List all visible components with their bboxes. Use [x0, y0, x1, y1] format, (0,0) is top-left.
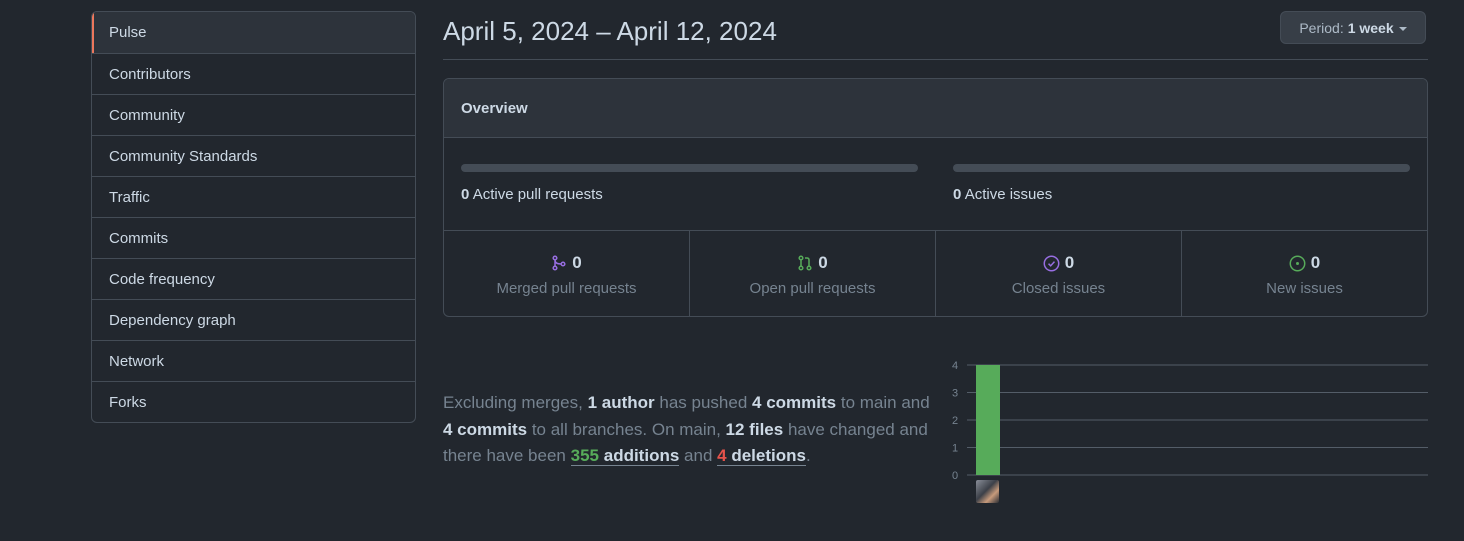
period-dropdown-button[interactable]: Period: 1 week — [1280, 11, 1426, 44]
summary-text: . — [805, 446, 811, 465]
overview-stats: 0 Merged pull requests 0 Open pull reque… — [444, 231, 1427, 316]
commit-bar[interactable] — [976, 365, 1000, 475]
sidebar-item-label: Contributors — [109, 65, 191, 83]
period-prefix: Period: — [1299, 19, 1344, 36]
sidebar-item-label: Dependency graph — [109, 311, 236, 329]
active-prs-count: 0 — [461, 186, 470, 203]
sidebar-item-contributors[interactable]: Contributors — [92, 53, 415, 94]
open-prs-label: Open pull requests — [749, 280, 876, 297]
new-issues-label: New issues — [1266, 280, 1343, 297]
sidebar-item-label: Community Standards — [109, 147, 258, 165]
caret-down-icon — [1398, 26, 1407, 31]
additions-word: additions — [603, 446, 680, 465]
sidebar-nav: Pulse Contributors Community Community S… — [91, 11, 416, 423]
commits-by-author-chart: 0 1 2 3 4 — [952, 360, 1428, 482]
git-merge-icon — [552, 255, 566, 271]
sidebar-item-community[interactable]: Community — [92, 94, 415, 135]
deletions-link[interactable]: 4 deletions — [717, 446, 806, 466]
merged-prs-label: Merged pull requests — [496, 280, 637, 297]
overview-header: Overview — [444, 79, 1427, 138]
sidebar-item-code-frequency[interactable]: Code frequency — [92, 258, 415, 299]
sidebar-item-pulse[interactable]: Pulse — [92, 12, 415, 53]
merged-prs-count: 0 — [572, 253, 582, 272]
sidebar-item-label: Code frequency — [109, 270, 215, 288]
y-tick-label: 0 — [952, 470, 958, 482]
summary-text: to all branches. On main, — [531, 419, 721, 439]
sidebar-item-community-standards[interactable]: Community Standards — [92, 135, 415, 176]
y-tick-label: 2 — [952, 415, 958, 427]
summary-text: and — [684, 446, 713, 465]
commits-main-count: 4 commits — [752, 393, 837, 412]
active-prs-summary[interactable]: 0 Active pull requests — [461, 186, 603, 203]
active-prs-label: Active pull requests — [472, 186, 603, 203]
sidebar-item-label: Community — [109, 106, 185, 124]
commit-summary: Excluding merges, 1 author has pushed 4 … — [443, 390, 943, 470]
sidebar-item-network[interactable]: Network — [92, 340, 415, 381]
commits-all-count: 4 commits — [443, 419, 528, 439]
deletions-word: deletions — [731, 446, 806, 465]
sidebar-item-traffic[interactable]: Traffic — [92, 176, 415, 217]
y-tick-label: 1 — [952, 443, 958, 455]
additions-link[interactable]: 355 additions — [570, 446, 680, 466]
summary-text: to main and — [840, 393, 930, 412]
header-divider — [443, 59, 1428, 60]
sidebar-item-label: Forks — [109, 393, 147, 411]
y-tick-label: 3 — [952, 388, 958, 400]
git-pull-request-icon — [798, 255, 812, 271]
closed-issues-count: 0 — [1064, 253, 1075, 272]
open-prs-count: 0 — [818, 253, 828, 272]
active-issues-label: Active issues — [964, 186, 1053, 203]
issue-closed-icon — [1043, 255, 1060, 271]
summary-text: Excluding merges, — [443, 393, 583, 412]
issue-opened-icon — [1289, 255, 1306, 271]
closed-issues-label: Closed issues — [1011, 280, 1106, 297]
summary-text: has pushed — [659, 393, 748, 412]
sidebar-item-label: Traffic — [109, 188, 150, 206]
sidebar-item-label: Pulse — [109, 24, 147, 41]
sidebar-item-commits[interactable]: Commits — [92, 217, 415, 258]
active-issues-progress-bar — [953, 164, 1410, 172]
new-issues-stat[interactable]: 0 New issues — [1181, 231, 1427, 316]
author-avatar[interactable] — [976, 480, 999, 503]
active-issues-summary[interactable]: 0 Active issues — [953, 186, 1052, 203]
y-tick-label: 4 — [952, 360, 958, 372]
overview-progress-section — [444, 138, 1427, 231]
files-changed-count: 12 files — [725, 419, 784, 439]
overview-title: Overview — [461, 99, 528, 117]
open-prs-stat[interactable]: 0 Open pull requests — [689, 231, 935, 316]
sidebar-item-forks[interactable]: Forks — [92, 381, 415, 422]
page-title: April 5, 2024 – April 12, 2024 — [443, 16, 777, 46]
overview-panel: Overview 0 Active pull requests 0 Active… — [443, 78, 1428, 317]
sidebar-item-label: Network — [109, 352, 165, 370]
merged-prs-stat[interactable]: 0 Merged pull requests — [444, 231, 689, 316]
sidebar-item-dependency-graph[interactable]: Dependency graph — [92, 299, 415, 340]
closed-issues-stat[interactable]: 0 Closed issues — [935, 231, 1181, 316]
new-issues-count: 0 — [1310, 253, 1321, 272]
additions-count: 355 — [570, 446, 599, 465]
period-value: 1 week — [1347, 19, 1394, 36]
active-issues-count: 0 — [953, 186, 962, 203]
authors-count: 1 author — [587, 393, 655, 412]
deletions-count: 4 — [717, 446, 727, 465]
active-prs-progress-bar — [461, 164, 918, 172]
sidebar-item-label: Commits — [109, 229, 169, 247]
